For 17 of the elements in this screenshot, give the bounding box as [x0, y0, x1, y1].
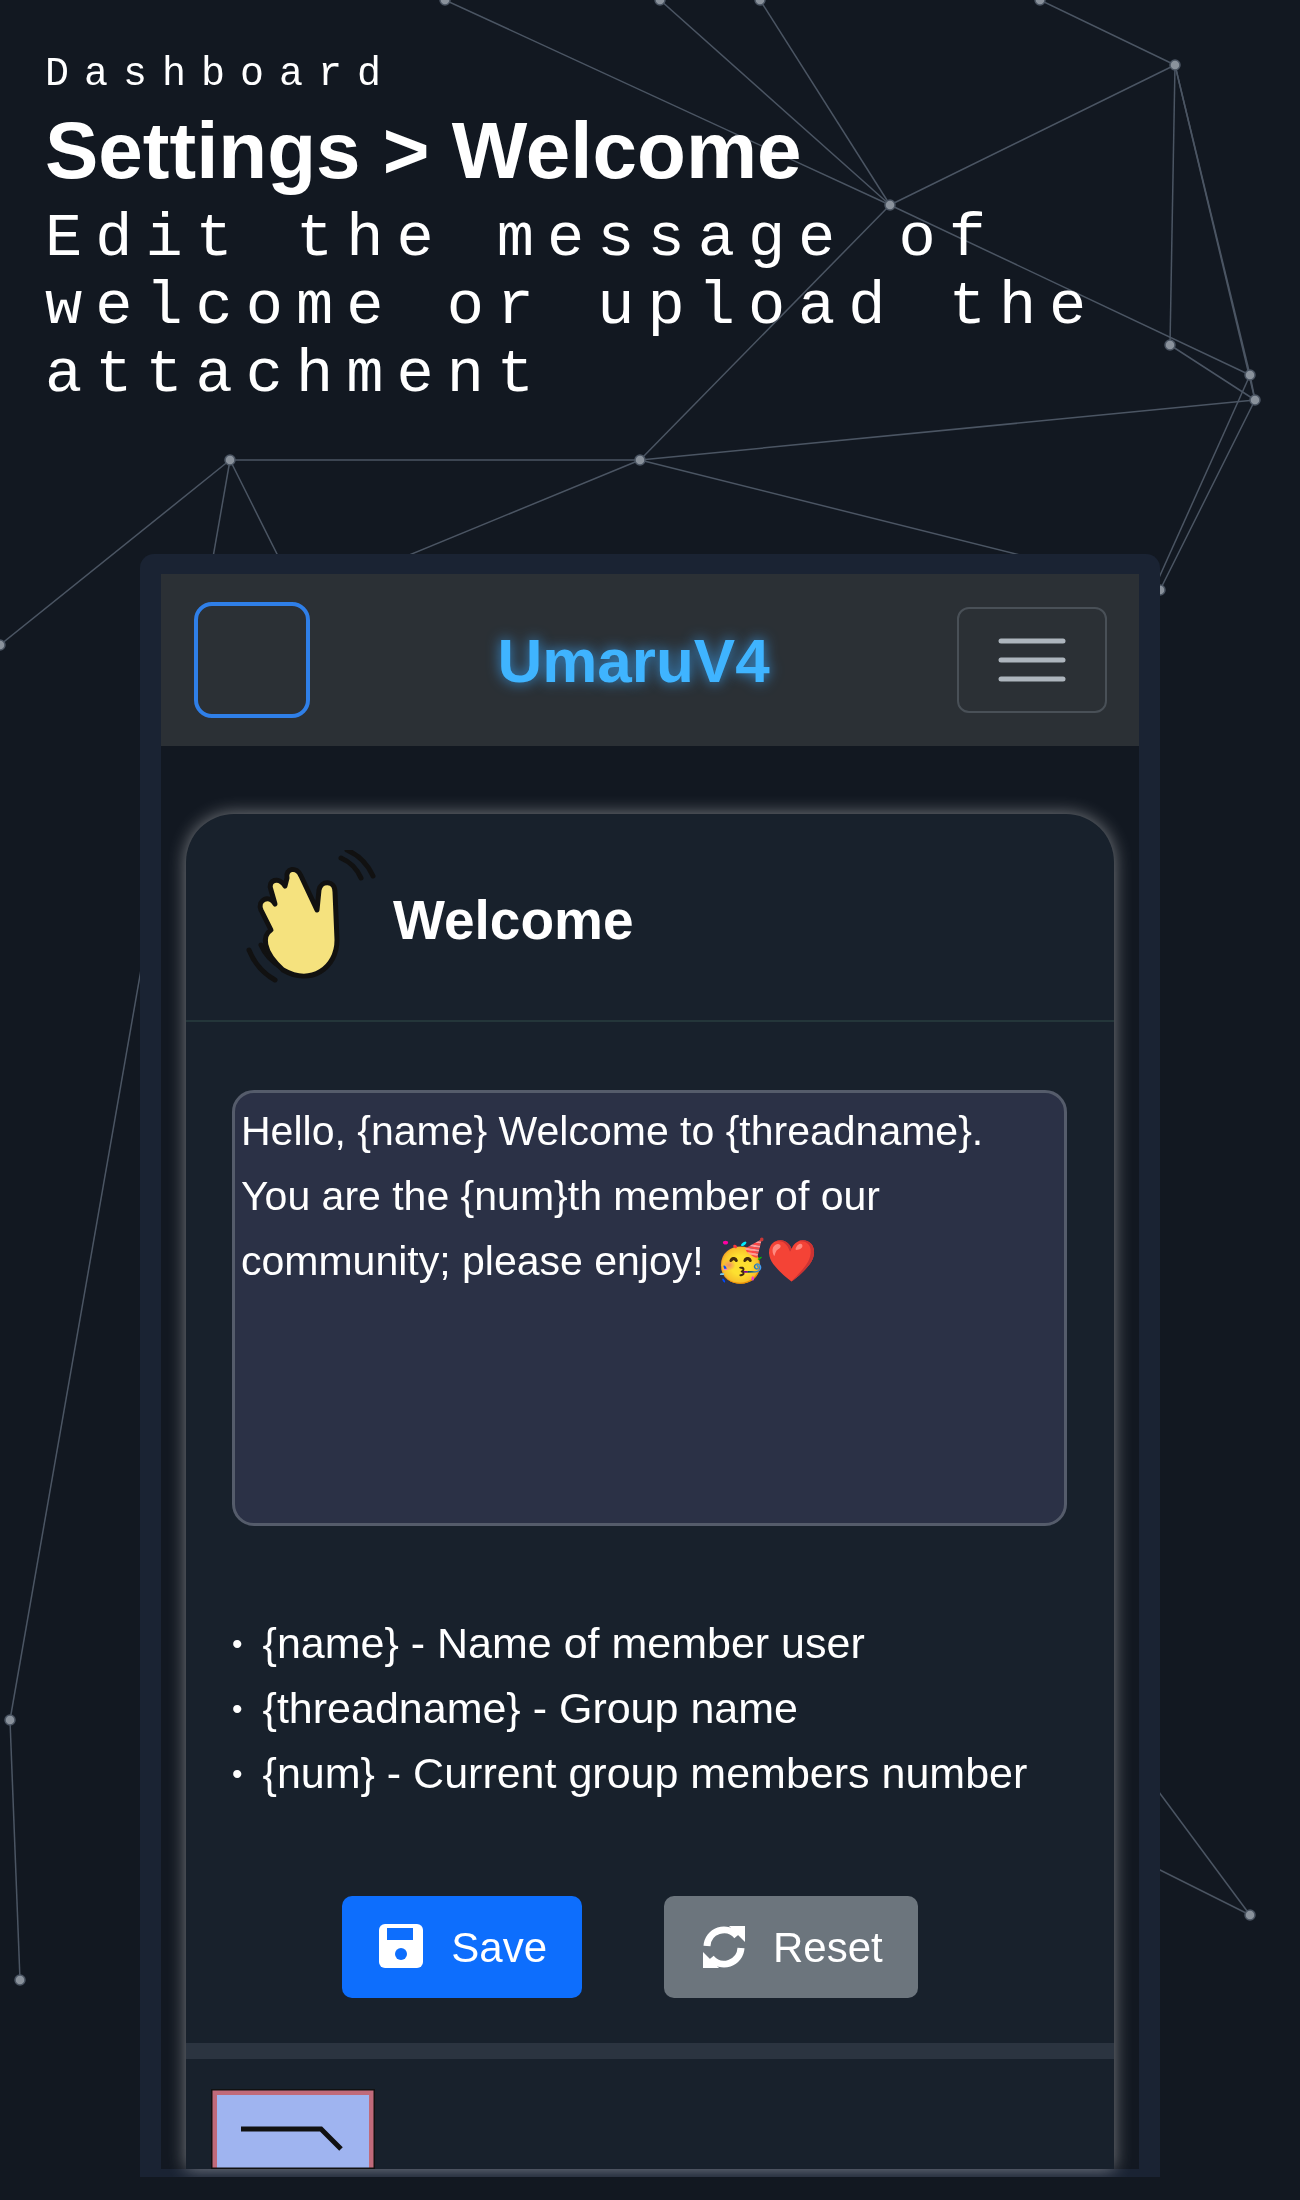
breadcrumb-text: Dashboard	[45, 55, 398, 95]
variable-item: {name} - Name of member user	[262, 1618, 865, 1669]
bullet-text: •	[232, 1626, 243, 1662]
reset-button[interactable]: Reset	[664, 1896, 918, 1998]
variable-item: {num} - Current group members number	[262, 1748, 1028, 1799]
save-button[interactable]: Save	[342, 1896, 582, 1998]
bullet-text: •	[232, 1756, 243, 1792]
page-subtitle: Edit the message of welcome or upload the attachment	[45, 205, 1101, 409]
message-field[interactable]: Hello, {name} Welcome to {threadname}. You are the {num}th member of our community; please enjoy! 🥳❤	[232, 1090, 1067, 1526]
menu-toggle-button[interactable]	[957, 607, 1107, 713]
variable-item: {threadname} - Group name	[262, 1683, 798, 1734]
picture-icon	[211, 2089, 375, 2169]
card-title: Welcome	[393, 887, 634, 953]
brand-link[interactable]: UmaruV4	[497, 613, 770, 707]
menu-icon	[998, 637, 1066, 683]
page-title: Settings > Welcome	[45, 109, 803, 193]
bullet-text: •	[232, 1691, 243, 1727]
